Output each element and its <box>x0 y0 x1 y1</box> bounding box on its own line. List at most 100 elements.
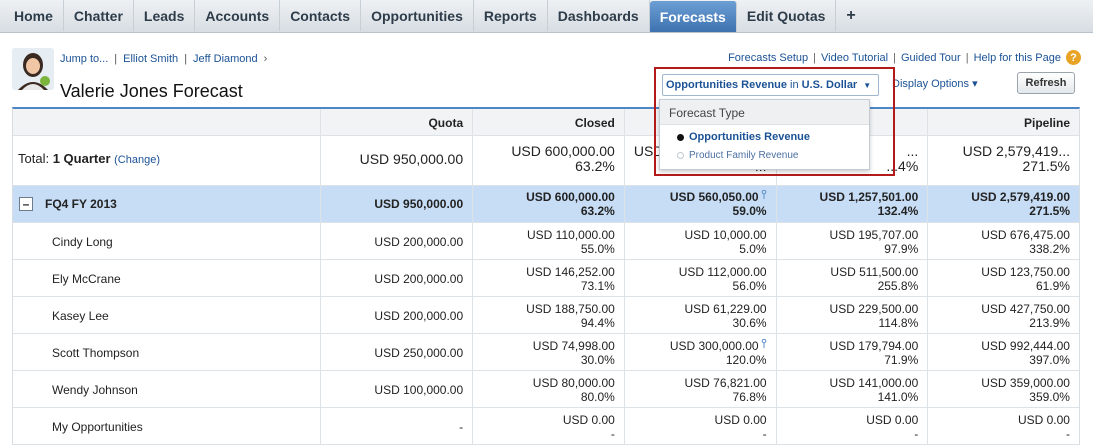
tab-leads[interactable]: Leads <box>134 0 196 31</box>
row-commit[interactable]: USD 300,000.00 120.0% <box>625 334 777 370</box>
row-pipeline[interactable]: USD 123,750.00 61.9% <box>928 260 1079 296</box>
amount: USD 427,750.00 <box>928 302 1070 316</box>
group-closed[interactable]: USD 600,000.00 63.2% <box>473 186 625 222</box>
row-pipeline[interactable]: USD 676,475.00 338.2% <box>928 223 1079 259</box>
row-best-case[interactable]: USD 195,707.00 97.9% <box>777 223 929 259</box>
row-closed[interactable]: USD 146,252.00 73.1% <box>473 260 625 296</box>
total-closed-percent: 63.2% <box>575 158 615 174</box>
chevron-down-icon: ▼ <box>863 80 872 90</box>
amount: USD 141,000.00 <box>777 376 919 390</box>
option-opportunities-revenue[interactable]: Opportunities Revenue <box>660 128 869 146</box>
column-header-quota[interactable]: Quota <box>321 109 474 135</box>
row-name: Kasey Lee <box>13 297 322 333</box>
breadcrumb-arrow-icon: › <box>263 53 268 65</box>
amount: USD 80,000.00 <box>473 376 615 390</box>
video-tutorial-link[interactable]: Video Tutorial <box>821 52 888 64</box>
tab-accounts[interactable]: Accounts <box>195 0 281 31</box>
amount: USD 0.00 <box>928 413 1070 427</box>
amount: USD 0.00 <box>473 413 615 427</box>
row-closed[interactable]: USD 188,750.00 94.4% <box>473 297 625 333</box>
amount: USD 10,000.00 <box>625 228 767 242</box>
table-row[interactable]: Wendy Johnson USD 100,000.00 USD 80,000.00… <box>13 371 1079 408</box>
row-commit[interactable]: USD 0.00- <box>625 408 777 444</box>
help-icon[interactable]: ? <box>1066 50 1081 65</box>
row-best-case[interactable]: USD 179,794.00 71.9% <box>777 334 929 370</box>
breadcrumb-elliot-smith[interactable]: Elliot Smith <box>123 53 178 65</box>
selected-radio-icon <box>677 133 684 141</box>
table-row[interactable]: Ely McCrane USD 200,000.00 USD 146,252.00 7… <box>13 260 1079 297</box>
amount-value: USD 10,000.00 <box>684 228 767 242</box>
period-group-row[interactable]: – FQ4 FY 2013 USD 950,000.00 USD 600,000… <box>13 186 1079 223</box>
amount-value: USD 112,000.00 <box>678 265 767 279</box>
percent: 80.0% <box>580 390 615 404</box>
jump-to-link[interactable]: Jump to... <box>60 53 108 65</box>
table-row[interactable]: Kasey Lee USD 200,000.00 USD 188,750.00 94.… <box>13 297 1079 334</box>
amount-value: USD 0.00 <box>1017 413 1070 427</box>
tab-edit-quotas[interactable]: Edit Quotas <box>737 0 837 31</box>
table-header: Quota Closed Pipeline <box>13 109 1079 136</box>
help-link[interactable]: Help for this Page <box>974 52 1061 64</box>
group-pipeline[interactable]: USD 2,579,419.00 271.5% <box>928 186 1079 222</box>
tab-contacts[interactable]: Contacts <box>280 0 362 31</box>
amount: USD 146,252.00 <box>473 265 615 279</box>
row-pipeline[interactable]: USD 359,000.00 359.0% <box>928 371 1079 407</box>
row-pipeline[interactable]: USD 427,750.00 213.9% <box>928 297 1079 333</box>
display-options-menu[interactable]: Display Options ▾ <box>892 77 978 90</box>
tab-reports[interactable]: Reports <box>474 0 548 31</box>
tab-dashboards[interactable]: Dashboards <box>548 0 650 31</box>
percent: 30.6% <box>732 316 767 330</box>
row-pipeline[interactable]: USD 0.00- <box>928 408 1079 444</box>
forecasts-setup-link[interactable]: Forecasts Setup <box>728 52 808 64</box>
option-product-family-revenue[interactable]: Product Family Revenue <box>660 146 869 164</box>
amount: USD 179,794.00 <box>777 339 919 353</box>
amount-value: USD 0.00 <box>562 413 615 427</box>
group-best-case-amount: USD 1,257,501.00 <box>819 190 919 204</box>
refresh-button[interactable]: Refresh <box>1017 72 1075 94</box>
tab-add[interactable]: + <box>836 0 865 31</box>
percent: 56.0% <box>732 279 767 293</box>
tab-chatter[interactable]: Chatter <box>64 0 134 31</box>
tab-opportunities[interactable]: Opportunities <box>361 0 474 31</box>
table-row[interactable]: Cindy Long USD 200,000.00 USD 110,000.00 55… <box>13 223 1079 260</box>
row-pipeline[interactable]: USD 992,444.00 397.0% <box>928 334 1079 370</box>
amount: USD 123,750.00 <box>928 265 1070 279</box>
group-commit-percent: 59.0% <box>732 204 767 218</box>
collapse-icon[interactable]: – <box>19 197 33 211</box>
row-closed[interactable]: USD 110,000.00 55.0% <box>473 223 625 259</box>
change-period-link[interactable]: (Change) <box>114 154 160 166</box>
group-best-case[interactable]: USD 1,257,501.00 132.4% <box>777 186 929 222</box>
row-best-case[interactable]: USD 511,500.00 255.8% <box>777 260 929 296</box>
row-best-case[interactable]: USD 0.00- <box>777 408 929 444</box>
row-quota: - <box>321 408 474 444</box>
row-closed[interactable]: USD 74,998.00 30.0% <box>473 334 625 370</box>
adjustment-person-icon <box>761 339 766 348</box>
breadcrumb-jeff-diamond[interactable]: Jeff Diamond <box>193 53 258 65</box>
amount: USD 300,000.00 <box>625 339 767 353</box>
column-header-closed[interactable]: Closed <box>473 109 625 135</box>
row-commit[interactable]: USD 76,821.00 76.8% <box>625 371 777 407</box>
row-best-case[interactable]: USD 141,000.00 141.0% <box>777 371 929 407</box>
page-title: Valerie Jones Forecast <box>60 81 243 101</box>
row-quota: USD 200,000.00 <box>321 260 474 296</box>
guided-tour-link[interactable]: Guided Tour <box>901 52 961 64</box>
row-best-case[interactable]: USD 229,500.00 114.8% <box>777 297 929 333</box>
period-name: FQ4 FY 2013 <box>45 197 117 211</box>
link-separator: | <box>965 51 969 64</box>
row-closed[interactable]: USD 0.00- <box>473 408 625 444</box>
unselected-radio-icon <box>677 151 684 159</box>
total-closed-amount: USD 600,000.00 <box>511 143 615 159</box>
table-row[interactable]: Scott Thompson USD 250,000.00 USD 74,998.0… <box>13 334 1079 371</box>
row-closed[interactable]: USD 80,000.00 80.0% <box>473 371 625 407</box>
tab-home[interactable]: Home <box>4 0 64 31</box>
group-commit[interactable]: USD 560,050.00 59.0% <box>625 186 777 222</box>
row-quota: USD 250,000.00 <box>321 334 474 370</box>
column-header-pipeline[interactable]: Pipeline <box>928 109 1079 135</box>
table-row[interactable]: My Opportunities - USD 0.00- USD 0.00- USD 0… <box>13 408 1079 445</box>
column-header-name <box>13 109 322 135</box>
row-commit[interactable]: USD 61,229.00 30.6% <box>625 297 777 333</box>
percent: 76.8% <box>732 390 767 404</box>
row-commit[interactable]: USD 10,000.00 5.0% <box>625 223 777 259</box>
tab-forecasts[interactable]: Forecasts <box>649 1 737 32</box>
row-commit[interactable]: USD 112,000.00 56.0% <box>625 260 777 296</box>
forecast-type-dropdown[interactable]: Opportunities Revenue in U.S. Dollar ▼ <box>662 74 879 96</box>
